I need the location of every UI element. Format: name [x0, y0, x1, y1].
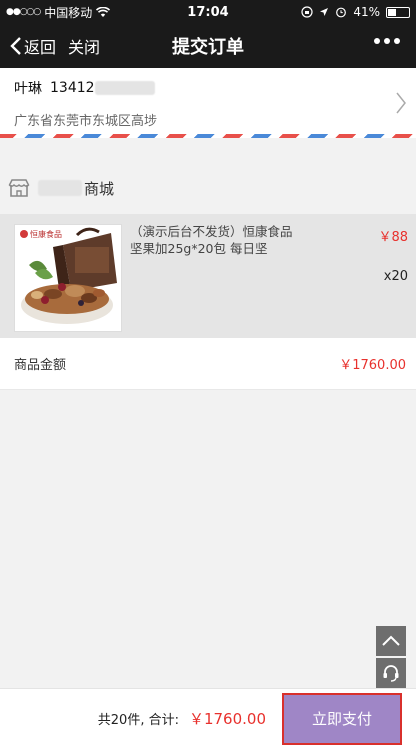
back-button[interactable]: 返回 [0, 34, 56, 58]
pay-now-button[interactable]: 立即支付 [282, 692, 402, 745]
product-price: ￥88 [378, 230, 408, 245]
wifi-icon [96, 6, 111, 17]
status-time: 17:04 [187, 4, 229, 20]
brand-logo-icon [20, 230, 28, 238]
recipient-name: 叶琳 [14, 81, 42, 97]
signal-icon: ●●○○○ [6, 7, 41, 17]
phone-redacted [94, 81, 155, 95]
nuts-product-image: 恒康食品 [15, 225, 121, 331]
checkout-bar: 共20件, 合计: ￥1760.00 立即支付 [0, 688, 416, 748]
product-quantity: x20 [383, 269, 408, 284]
nav-bar: 返回 关闭 提交订单 [0, 24, 416, 68]
item-count-label: 共20件, 合计: [97, 713, 179, 728]
carrier-label: 中国移动 [44, 5, 93, 20]
address-border-stripe [0, 134, 416, 138]
alarm-icon [336, 7, 347, 18]
goods-amount-value: ￥1760.00 [339, 358, 406, 373]
status-left: ●●○○○ 中国移动 [6, 4, 166, 21]
goods-amount-row: 商品金额 ￥1760.00 [0, 338, 416, 390]
store-name-suffix: 商城 [84, 179, 115, 198]
status-bar: ●●○○○ 中国移动 17:04 41% [0, 0, 416, 24]
status-right: 41% [250, 5, 410, 19]
store-name-redacted [38, 180, 82, 196]
recipient-phone: 13412 [50, 80, 95, 96]
back-label: 返回 [24, 38, 57, 57]
goods-amount-label: 商品金额 [14, 358, 67, 373]
store-header: 商城 [0, 162, 416, 214]
order-item[interactable]: 恒康食品 （演示后台不发货）恒康食品 坚果加25g*20包 每日坚 ￥88 x2… [0, 214, 416, 338]
shipping-address[interactable]: 叶琳 13412 广东省东莞市东城区高埗 [0, 68, 416, 136]
battery-level [388, 8, 397, 16]
product-image: 恒康食品 [14, 224, 122, 332]
address-detail: 广东省东莞市东城区高埗 [14, 114, 158, 129]
lock-rotation-icon [301, 6, 313, 18]
more-menu-icon[interactable] [374, 38, 400, 44]
back-to-top-button[interactable] [376, 626, 406, 656]
product-title: （演示后台不发货）恒康食品 坚果加25g*20包 每日坚 [130, 224, 293, 256]
chevron-right-icon [396, 92, 406, 114]
location-icon [320, 8, 329, 16]
order-total: ￥1760.00 [188, 710, 266, 728]
close-button[interactable]: 关闭 [68, 34, 100, 58]
headset-icon [383, 665, 399, 682]
customer-service-button[interactable] [376, 658, 406, 688]
battery-icon [386, 6, 410, 18]
store-name: 商城 [38, 178, 114, 199]
chevron-up-icon [382, 635, 400, 646]
chevron-left-icon [10, 37, 21, 55]
address-contact: 叶琳 13412 [14, 78, 402, 98]
battery-percent: 41% [353, 5, 380, 19]
store-icon [8, 179, 30, 197]
floating-tools [376, 626, 406, 688]
image-brand-text: 恒康食品 [30, 229, 62, 239]
page-title: 提交订单 [172, 37, 244, 58]
